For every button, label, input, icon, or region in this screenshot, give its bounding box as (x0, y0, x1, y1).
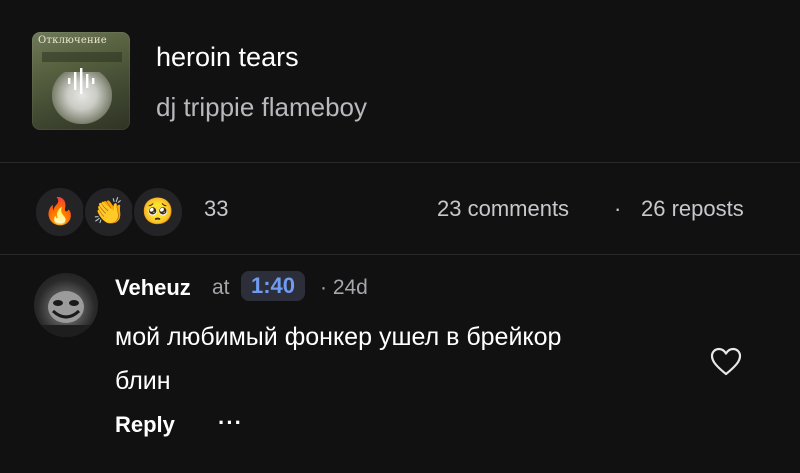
pleading-face-emoji-icon[interactable]: 🥺 (132, 186, 184, 238)
waveform-icon (68, 68, 95, 94)
track-artist[interactable]: dj trippie flameboy (156, 92, 367, 123)
track-title[interactable]: heroin tears (156, 42, 299, 73)
cover-label: Отключение (38, 35, 107, 46)
heart-icon[interactable] (710, 347, 742, 377)
comment-age: · 24d (320, 276, 368, 299)
reactions-bar: 🔥 👏 🥺 33 23 comments · 26 reposts (0, 162, 800, 254)
cover-art-detail (42, 52, 122, 62)
fire-emoji-icon[interactable]: 🔥 (34, 186, 86, 238)
at-label: at (212, 276, 230, 299)
avatar-face-icon (34, 291, 98, 337)
reaction-count[interactable]: 33 (204, 196, 228, 222)
album-cover[interactable]: Отключение (32, 32, 130, 130)
more-options-button[interactable]: ··· (218, 410, 243, 436)
track-header: Отключение heroin tears dj trippie flame… (0, 0, 800, 162)
comment-item: Veheuz at 1:40 · 24d мой любимый фонкер … (0, 255, 800, 473)
reposts-count-link[interactable]: 26 reposts (641, 196, 744, 222)
timestamp-link[interactable]: 1:40 (241, 271, 306, 301)
separator-dot: · (614, 196, 622, 221)
comments-count-link[interactable]: 23 comments (437, 196, 569, 222)
comment-username[interactable]: Veheuz (115, 275, 191, 301)
clapping-hands-emoji-icon[interactable]: 👏 (83, 186, 135, 238)
comment-text: мой любимый фонкер ушел в брейкор блин (115, 323, 562, 395)
avatar[interactable] (34, 273, 98, 337)
reply-button[interactable]: Reply (115, 412, 175, 438)
